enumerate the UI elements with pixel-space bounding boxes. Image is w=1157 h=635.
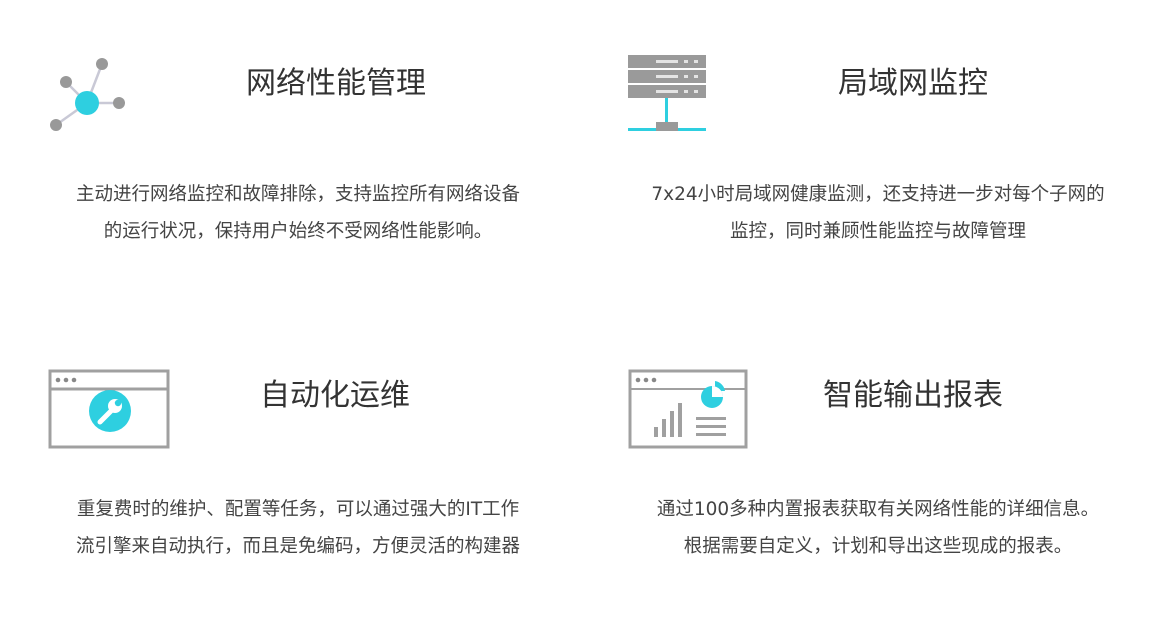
report-chart-icon xyxy=(628,369,752,455)
feature-description-line: 流引擎来自动执行，而且是免编码，方便灵活的构建器 xyxy=(75,536,520,557)
server-rack-icon xyxy=(626,54,708,138)
feature-title: 自动化运维 xyxy=(260,378,410,413)
feature-description: 重复费时的维护、配置等任务，可以通过强大的IT工作 流引擎来自动执行，而且是免编… xyxy=(38,491,558,565)
feature-card-lan-monitoring: 局域网监控 7x24小时局域网健康监测，还支持进一步对每个子网的 监控，同时兼顾… xyxy=(618,40,1157,320)
feature-description-line: 的运行状况，保持用户始终不受网络性能影响。 xyxy=(103,221,493,242)
feature-description: 主动进行网络监控和故障排除，支持监控所有网络设备 的运行状况，保持用户始终不受网… xyxy=(38,176,558,250)
feature-description-line: 监控，同时兼顾性能监控与故障管理 xyxy=(729,221,1026,242)
network-nodes-icon xyxy=(44,54,134,138)
feature-card-automation: 自动化运维 重复费时的维护、配置等任务，可以通过强大的IT工作 流引擎来自动执行… xyxy=(38,355,598,635)
feature-card-network-performance: 网络性能管理 主动进行网络监控和故障排除，支持监控所有网络设备 的运行状况，保持… xyxy=(38,40,598,320)
feature-description-line: 7x24小时局域网健康监测，还支持进一步对每个子网的 xyxy=(651,184,1105,205)
feature-title: 局域网监控 xyxy=(838,66,988,101)
feature-description-line: 主动进行网络监控和故障排除，支持监控所有网络设备 xyxy=(75,184,520,205)
feature-title: 智能输出报表 xyxy=(823,378,1003,413)
feature-title: 网络性能管理 xyxy=(246,66,426,101)
feature-description: 7x24小时局域网健康监测，还支持进一步对每个子网的 监控，同时兼顾性能监控与故… xyxy=(618,176,1138,250)
feature-description-line: 根据需要自定义，计划和导出这些现成的报表。 xyxy=(683,536,1073,557)
wrench-window-icon xyxy=(48,369,172,455)
feature-card-reports: 智能输出报表 通过100多种内置报表获取有关网络性能的详细信息。 根据需要自定义… xyxy=(618,355,1157,635)
feature-description-line: 通过100多种内置报表获取有关网络性能的详细信息。 xyxy=(656,499,1100,520)
feature-description: 通过100多种内置报表获取有关网络性能的详细信息。 根据需要自定义，计划和导出这… xyxy=(618,491,1138,565)
feature-description-line: 重复费时的维护、配置等任务，可以通过强大的IT工作 xyxy=(76,499,520,520)
